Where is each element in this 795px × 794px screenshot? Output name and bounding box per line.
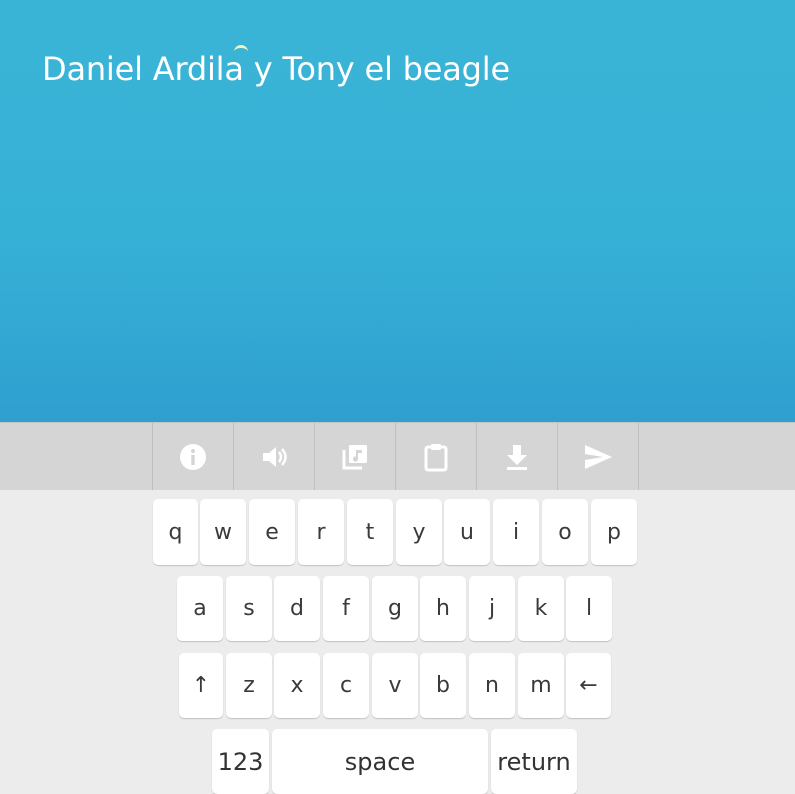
download-icon — [507, 444, 527, 470]
text-cursor-icon — [234, 45, 248, 53]
key-w[interactable]: w — [200, 499, 246, 565]
backspace-key[interactable]: ← — [566, 653, 611, 718]
clipboard-icon — [424, 443, 448, 471]
space-key[interactable]: space — [272, 729, 488, 794]
key-e[interactable]: e — [249, 499, 295, 565]
key-y[interactable]: y — [396, 499, 442, 565]
key-u[interactable]: u — [444, 499, 490, 565]
key-a[interactable]: a — [177, 576, 223, 641]
key-s[interactable]: s — [226, 576, 272, 641]
key-v[interactable]: v — [372, 653, 418, 718]
key-h[interactable]: h — [420, 576, 466, 641]
key-o[interactable]: o — [542, 499, 588, 565]
key-t[interactable]: t — [347, 499, 393, 565]
key-m[interactable]: m — [518, 653, 564, 718]
key-q[interactable]: q — [153, 499, 198, 565]
info-button[interactable] — [152, 423, 233, 490]
info-icon — [180, 443, 206, 470]
library-button[interactable] — [314, 423, 395, 490]
return-key[interactable]: return — [491, 729, 577, 794]
key-f[interactable]: f — [323, 576, 369, 641]
key-i[interactable]: i — [493, 499, 539, 565]
send-button[interactable] — [557, 423, 639, 490]
key-x[interactable]: x — [274, 653, 320, 718]
key-p[interactable]: p — [591, 499, 637, 565]
key-z[interactable]: z — [226, 653, 272, 718]
music-library-icon — [342, 444, 367, 469]
speaker-icon — [263, 446, 287, 467]
key-k[interactable]: k — [518, 576, 564, 641]
text-display-area[interactable]: Daniel Ardila y Tony el beagle — [0, 0, 795, 422]
send-icon — [585, 444, 612, 469]
shift-key[interactable]: ↑ — [179, 653, 223, 718]
typed-text: Daniel Ardila y Tony el beagle — [42, 50, 510, 88]
key-n[interactable]: n — [469, 653, 515, 718]
clipboard-button[interactable] — [395, 423, 476, 490]
numbers-key[interactable]: 123 — [212, 729, 269, 794]
key-l[interactable]: l — [566, 576, 612, 641]
speak-button[interactable] — [233, 423, 314, 490]
download-button[interactable] — [476, 423, 557, 490]
key-b[interactable]: b — [420, 653, 466, 718]
toolbar — [0, 422, 795, 490]
key-c[interactable]: c — [323, 653, 369, 718]
key-d[interactable]: d — [274, 576, 320, 641]
key-g[interactable]: g — [372, 576, 418, 641]
key-r[interactable]: r — [298, 499, 344, 565]
key-j[interactable]: j — [469, 576, 515, 641]
